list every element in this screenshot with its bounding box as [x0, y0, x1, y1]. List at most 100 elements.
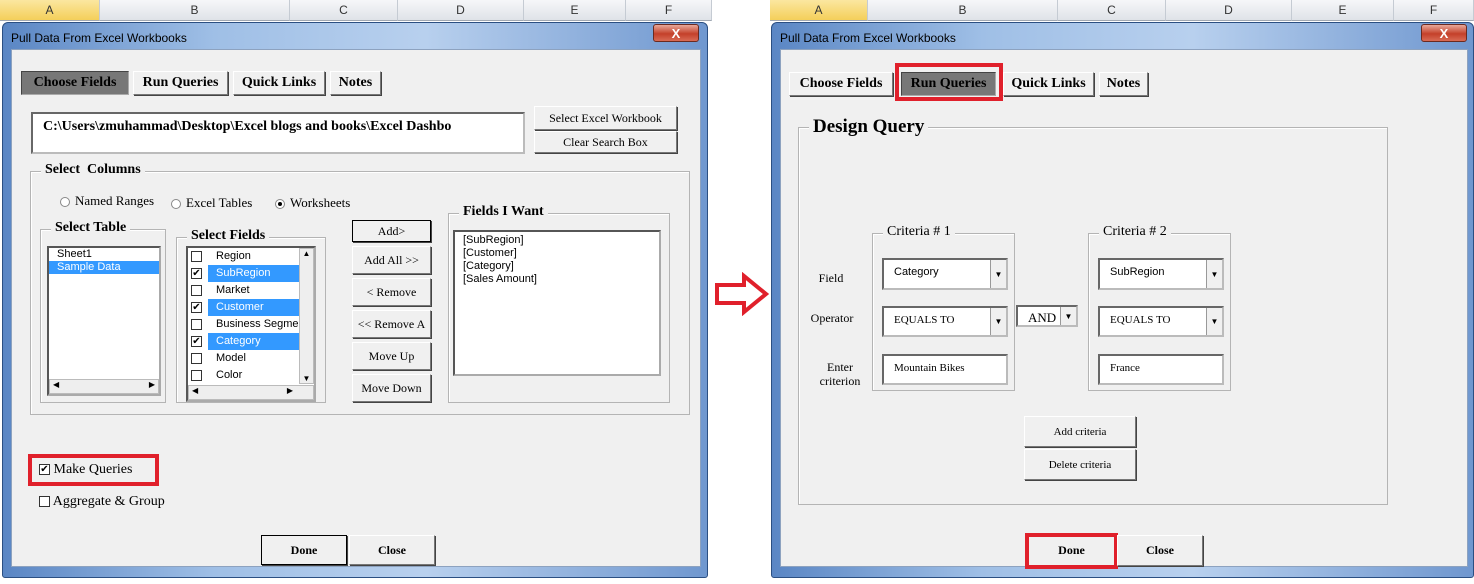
criteria-1-field-select[interactable]: Category ▼: [882, 258, 1008, 290]
fields-i-want-listbox[interactable]: [SubRegion] [Customer] [Category] [Sales…: [453, 230, 661, 376]
checkbox-label: Aggregate & Group: [52, 494, 165, 509]
field-list-item[interactable]: Region: [188, 248, 299, 265]
list-item[interactable]: [Category]: [455, 260, 659, 273]
tab-notes[interactable]: Notes: [1099, 72, 1148, 96]
highlight-box: [28, 454, 159, 486]
tab-notes[interactable]: Notes: [330, 71, 381, 95]
select-excel-workbook-button[interactable]: Select Excel Workbook: [534, 106, 677, 130]
field-label: Color: [216, 369, 243, 381]
column-header-b[interactable]: B: [100, 0, 290, 21]
radio-icon: [60, 197, 70, 208]
column-header-a[interactable]: A: [0, 0, 100, 21]
criteria-2-value-input[interactable]: France: [1098, 354, 1224, 385]
close-button[interactable]: Close: [1117, 535, 1203, 566]
column-header-c[interactable]: C: [1058, 0, 1166, 21]
field-list-item[interactable]: ✔ Customer: [188, 299, 299, 316]
chevron-down-icon[interactable]: ▼: [1206, 260, 1222, 288]
tab-choose-fields[interactable]: Choose Fields: [789, 72, 893, 96]
horizontal-scrollbar[interactable]: ◀ ▶: [188, 385, 314, 400]
scroll-left-icon[interactable]: ◀: [50, 380, 59, 389]
column-header-d[interactable]: D: [398, 0, 524, 21]
fields-listbox[interactable]: Region ✔ SubRegion Market ✔ Customer Business …: [186, 246, 316, 402]
scroll-down-icon[interactable]: ▼: [300, 374, 313, 383]
select-columns-legend: Select Columns: [41, 162, 145, 178]
list-item[interactable]: [Sales Amount]: [455, 273, 659, 286]
field-list-item[interactable]: Market: [188, 282, 299, 299]
radio-selected-icon: [275, 199, 285, 210]
checkbox-icon[interactable]: [191, 251, 202, 262]
close-icon[interactable]: X: [653, 24, 699, 42]
criteria-1-value-input[interactable]: Mountain Bikes: [882, 354, 1008, 385]
add-criteria-button[interactable]: Add criteria: [1024, 416, 1136, 447]
list-item[interactable]: [Customer]: [455, 247, 659, 260]
dialog-title: Pull Data From Excel Workbooks: [11, 31, 187, 45]
field-list-item[interactable]: Color: [188, 367, 299, 384]
join-operator-select[interactable]: AND ▼: [1016, 305, 1078, 327]
vertical-scrollbar[interactable]: ▲ ▼: [299, 248, 314, 384]
tab-run-queries[interactable]: Run Queries: [133, 71, 228, 95]
checkbox-checked-icon[interactable]: ✔: [191, 336, 202, 347]
done-button[interactable]: Done: [261, 535, 347, 565]
tab-choose-fields[interactable]: Choose Fields: [21, 71, 129, 95]
move-up-button[interactable]: Move Up: [352, 342, 431, 370]
aggregate-group-checkbox[interactable]: Aggregate & Group: [39, 494, 165, 510]
add-button[interactable]: Add>: [352, 220, 431, 242]
scroll-up-icon[interactable]: ▲: [300, 249, 313, 258]
enter-label: Enter: [827, 360, 853, 374]
field-list-item[interactable]: ✔ Category: [188, 333, 299, 350]
checkbox-checked-icon[interactable]: ✔: [191, 302, 202, 313]
add-all-button[interactable]: Add All >>: [352, 246, 431, 274]
close-button[interactable]: Close: [349, 535, 435, 565]
workbook-path-input[interactable]: C:\Users\zmuhammad\Desktop\Excel blogs a…: [31, 112, 525, 154]
column-header-f[interactable]: F: [626, 0, 712, 21]
checkbox-checked-icon[interactable]: ✔: [191, 268, 202, 279]
delete-criteria-button[interactable]: Delete criteria: [1024, 449, 1136, 480]
radio-named-ranges[interactable]: Named Ranges: [60, 193, 154, 209]
checkbox-icon[interactable]: [191, 353, 202, 364]
scroll-left-icon[interactable]: ◀: [189, 386, 198, 395]
field-list-item[interactable]: Business Segmen: [188, 316, 299, 333]
column-header-e[interactable]: E: [524, 0, 626, 21]
field-label: Business Segmen: [216, 318, 299, 330]
field-list-item[interactable]: ✔ SubRegion: [188, 265, 299, 282]
criteria-2-field-select[interactable]: SubRegion ▼: [1098, 258, 1224, 290]
tab-quick-links[interactable]: Quick Links: [1003, 72, 1094, 96]
scroll-right-icon[interactable]: ▶: [149, 380, 158, 389]
horizontal-scrollbar[interactable]: ◀ ▶: [49, 379, 159, 394]
clear-search-box-button[interactable]: Clear Search Box: [534, 131, 677, 153]
chevron-down-icon[interactable]: ▼: [990, 260, 1006, 288]
criteria-1-operator-select[interactable]: EQUALS TO ▼: [882, 306, 1008, 337]
radio-excel-tables[interactable]: Excel Tables: [171, 195, 252, 211]
criteria-2-operator-select[interactable]: EQUALS TO ▼: [1098, 306, 1224, 337]
column-header-b[interactable]: B: [868, 0, 1058, 21]
highlight-box: [1025, 533, 1118, 569]
column-header-e[interactable]: E: [1292, 0, 1394, 21]
field-list-item[interactable]: Model: [188, 350, 299, 367]
radio-label: Excel Tables: [186, 195, 253, 210]
column-header-c[interactable]: C: [290, 0, 398, 21]
close-icon[interactable]: X: [1421, 24, 1467, 42]
column-header-a[interactable]: A: [770, 0, 868, 21]
tab-quick-links[interactable]: Quick Links: [233, 71, 325, 95]
scroll-right-icon[interactable]: ▶: [287, 386, 313, 395]
chevron-down-icon[interactable]: ▼: [990, 308, 1006, 335]
select-fields-legend: Select Fields: [187, 228, 270, 244]
radio-worksheets[interactable]: Worksheets: [275, 195, 350, 211]
column-header-f[interactable]: F: [1394, 0, 1474, 21]
field-label: Customer: [208, 299, 299, 316]
field-label: Field: [818, 271, 844, 285]
chevron-down-icon[interactable]: ▼: [1206, 308, 1222, 335]
checkbox-icon[interactable]: [191, 370, 202, 381]
list-item[interactable]: Sheet1: [49, 248, 159, 261]
operator-label: Operator: [810, 311, 854, 325]
remove-button[interactable]: < Remove: [352, 278, 431, 306]
move-down-button[interactable]: Move Down: [352, 374, 431, 402]
list-item[interactable]: Sample Data: [49, 261, 159, 274]
chevron-down-icon[interactable]: ▼: [1060, 307, 1076, 325]
remove-all-button[interactable]: << Remove A: [352, 310, 431, 338]
column-header-d[interactable]: D: [1166, 0, 1292, 21]
checkbox-icon[interactable]: [191, 285, 202, 296]
list-item[interactable]: [SubRegion]: [455, 234, 659, 247]
table-listbox[interactable]: Sheet1 Sample Data ◀ ▶: [47, 246, 161, 396]
checkbox-icon[interactable]: [191, 319, 202, 330]
